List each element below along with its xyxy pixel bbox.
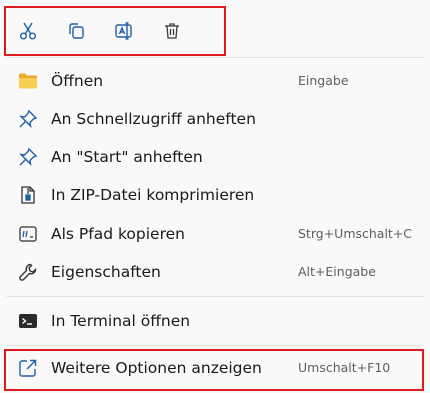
path-icon	[18, 224, 38, 244]
scissors-icon	[18, 21, 38, 41]
menu-item-pin-quick-access[interactable]: An Schnellzugriff anheften	[4, 100, 424, 138]
menu-item-label: Öffnen	[51, 72, 104, 90]
menu-item-shortcut: Alt+Eingabe	[298, 264, 376, 279]
menu-item-label: Weitere Optionen anzeigen	[51, 359, 262, 377]
zip-icon	[18, 185, 38, 205]
menu-item-label: Eigenschaften	[51, 263, 161, 281]
menu-item-label: Als Pfad kopieren	[51, 225, 185, 243]
menu-item-open-terminal[interactable]: In Terminal öffnen	[4, 302, 424, 340]
copy-button[interactable]	[63, 18, 89, 44]
pin-icon	[18, 147, 38, 167]
trash-icon	[162, 21, 182, 41]
context-menu: Öffnen Eingabe An Schnellzugriff anhefte…	[0, 0, 430, 393]
rename-button[interactable]	[111, 18, 137, 44]
menu-item-shortcut: Umschalt+F10	[298, 360, 391, 375]
terminal-icon	[18, 311, 38, 331]
separator	[6, 345, 424, 346]
menu-item-open[interactable]: Öffnen Eingabe	[4, 62, 424, 100]
menu-item-label: An Schnellzugriff anheften	[51, 110, 256, 128]
menu-item-shortcut: Strg+Umschalt+C	[298, 226, 413, 241]
toolbar-highlight-box	[4, 6, 226, 56]
menu-item-label: In Terminal öffnen	[51, 312, 191, 330]
menu-item-pin-start[interactable]: An "Start" anheften	[4, 138, 424, 176]
menu-item-shortcut: Eingabe	[298, 73, 349, 88]
share-icon	[18, 358, 38, 378]
cut-button[interactable]	[15, 18, 41, 44]
wrench-icon	[18, 262, 38, 282]
menu-item-properties[interactable]: Eigenschaften Alt+Eingabe	[4, 253, 424, 291]
separator	[6, 296, 424, 297]
menu-item-more-options[interactable]: Weitere Optionen anzeigen Umschalt+F10	[4, 349, 424, 391]
pin-icon	[18, 109, 38, 129]
menu-item-label: An "Start" anheften	[51, 148, 203, 166]
menu-item-compress-zip[interactable]: In ZIP-Datei komprimieren	[4, 176, 424, 214]
rename-icon	[114, 21, 134, 41]
delete-button[interactable]	[159, 18, 185, 44]
folder-icon	[18, 71, 38, 91]
menu-item-label: In ZIP-Datei komprimieren	[51, 186, 255, 204]
separator	[6, 57, 424, 58]
menu-item-copy-path[interactable]: Als Pfad kopieren Strg+Umschalt+C	[4, 215, 424, 253]
copy-icon	[66, 21, 86, 41]
